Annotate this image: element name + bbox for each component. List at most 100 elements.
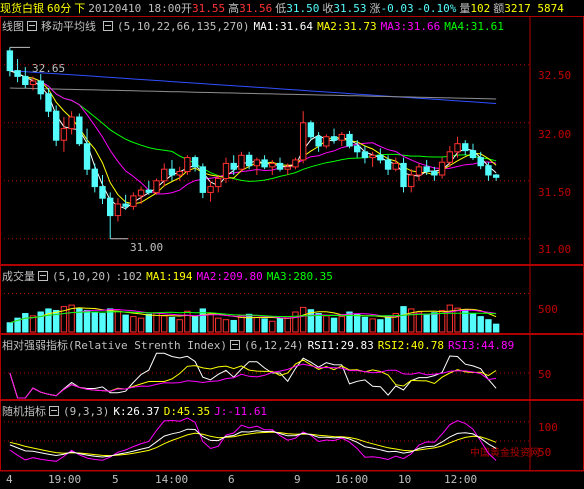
candle-body [485, 165, 492, 176]
candle-body [60, 128, 68, 141]
candle-body [29, 80, 37, 86]
candle-body [269, 162, 276, 168]
volume-bar [91, 311, 98, 333]
candle-body [492, 174, 500, 178]
candle-body [238, 154, 245, 170]
candle-body [184, 157, 191, 173]
candle-body [307, 122, 315, 138]
candle-body [215, 177, 222, 188]
candle-body [392, 162, 399, 170]
candle-body [14, 70, 21, 77]
candle-body [446, 151, 454, 163]
candle-body [361, 151, 369, 159]
candle-body [377, 154, 384, 161]
volume-bar [176, 319, 183, 333]
volume-bar [238, 315, 245, 333]
candle-body [292, 159, 299, 168]
candle-body [99, 186, 106, 199]
candle-body [423, 166, 430, 173]
volume-bar [384, 315, 392, 333]
candle-body [45, 93, 52, 112]
rsi1-line [9, 352, 497, 399]
volume-bar [377, 319, 384, 333]
volume-bar [492, 323, 500, 333]
volume-bar [253, 316, 261, 333]
volume-bar [137, 317, 145, 333]
chart-canvas[interactable] [0, 0, 584, 489]
candle-body [315, 136, 322, 147]
candle-body [6, 50, 14, 72]
candle-body [384, 159, 392, 170]
volume-bar [469, 313, 477, 333]
volume-bar [145, 313, 152, 333]
candle-body [114, 203, 122, 217]
volume-bar [315, 313, 322, 333]
ma1-line [9, 70, 497, 210]
volume-bar [45, 308, 52, 333]
candle-body [76, 116, 83, 145]
volume-bar [423, 314, 430, 333]
volume-bar [114, 310, 122, 333]
volume-bar [323, 315, 330, 333]
candle-body [454, 143, 461, 153]
candle-body [230, 162, 237, 170]
volume-bar [207, 313, 214, 333]
volume-bar [485, 319, 492, 333]
ma2-line [9, 70, 497, 205]
volume-bar [361, 316, 369, 333]
volume-bar [245, 313, 253, 333]
candle-body [299, 122, 307, 161]
candle-body [222, 162, 230, 179]
candle-body [330, 136, 338, 141]
candle-body [469, 150, 477, 159]
volume-bar [29, 315, 37, 333]
candle-body [415, 166, 423, 176]
candle-body [168, 168, 176, 176]
volume-bar [261, 318, 268, 333]
volume-bar [130, 316, 137, 333]
volume-bar [330, 317, 338, 333]
candle-body [91, 168, 98, 188]
j-line [9, 417, 497, 462]
ma-long-line [9, 87, 497, 100]
candle-body [276, 162, 284, 170]
volume-bar [454, 307, 461, 333]
ma-long-line [9, 70, 497, 104]
volume-bar [269, 320, 276, 333]
volume-bar [6, 322, 14, 333]
candle-body [161, 168, 168, 182]
volume-bar [338, 316, 345, 333]
candle-body [207, 186, 214, 193]
volume-bar [230, 319, 237, 333]
candle-body [52, 110, 60, 141]
volume-bar [215, 317, 222, 333]
rsi2-line [9, 359, 497, 399]
candle-body [346, 133, 353, 147]
candle-body [245, 154, 253, 167]
candle-body [338, 133, 345, 141]
candle-body [284, 166, 291, 170]
candle-body [354, 145, 361, 153]
candle-body [400, 162, 407, 188]
volume-bar [99, 313, 106, 333]
candle-body [68, 116, 75, 130]
candle-body [199, 166, 207, 193]
volume-bar [83, 309, 91, 333]
volume-bar [222, 319, 230, 333]
volume-bar [168, 316, 176, 333]
candle-body [253, 159, 261, 167]
candle-body [130, 195, 137, 207]
volume-bar [52, 309, 60, 333]
candle-body [107, 197, 114, 217]
candle-body [137, 189, 145, 197]
candle-body [462, 143, 469, 152]
candle-body [145, 189, 152, 193]
volume-bar [431, 312, 438, 333]
volume-bar [276, 317, 284, 333]
volume-bar [184, 310, 191, 333]
volume-bar [400, 306, 407, 333]
volume-bar [22, 313, 29, 333]
volume-bar [446, 304, 454, 333]
candle-body [431, 171, 438, 176]
volume-bar [122, 314, 129, 333]
